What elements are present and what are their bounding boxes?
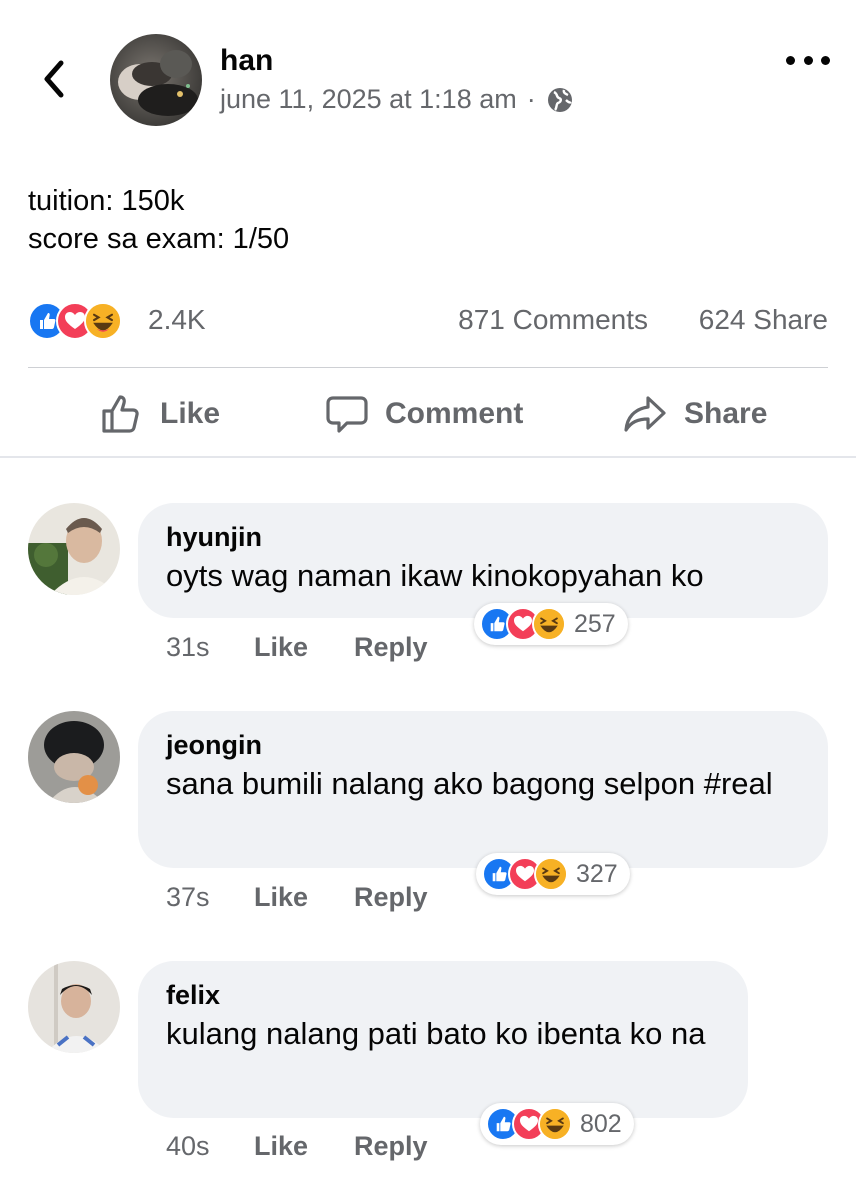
- comment-like-button[interactable]: Like: [254, 882, 354, 913]
- commenter-name[interactable]: jeongin: [166, 727, 800, 763]
- share-button[interactable]: Share: [622, 388, 767, 440]
- like-label: Like: [160, 397, 221, 430]
- commenter-name[interactable]: felix: [166, 977, 720, 1013]
- globe-icon: [547, 87, 572, 112]
- like-button[interactable]: Like: [100, 388, 220, 440]
- comment-reaction-count: 257: [574, 609, 616, 638]
- commenter-avatar[interactable]: [28, 961, 120, 1053]
- comment-like-button[interactable]: Like: [254, 632, 354, 663]
- comment-reaction-count: 327: [576, 859, 618, 888]
- post-line: tuition: 150k: [28, 185, 185, 217]
- comment-text: oyts wag naman ikaw kinokopyahan ko: [166, 558, 704, 593]
- author-avatar[interactable]: [110, 34, 202, 126]
- haha-reaction-icon: [84, 302, 122, 340]
- back-button[interactable]: [34, 56, 74, 102]
- thumbs-up-icon: [102, 395, 139, 433]
- commenter-name[interactable]: hyunjin: [166, 519, 800, 555]
- comment-bubble[interactable]: hyunjin oyts wag naman ikaw kinokopyahan…: [138, 503, 828, 618]
- comment-reply-button[interactable]: Reply: [354, 1131, 428, 1162]
- meta-separator: ·: [526, 84, 536, 114]
- comment-button[interactable]: Comment: [325, 388, 523, 440]
- comment-reactions[interactable]: 327: [476, 853, 630, 895]
- comment-meta: 31s Like Reply: [166, 632, 428, 663]
- share-label: Share: [684, 397, 768, 430]
- haha-reaction-icon: [538, 1107, 572, 1141]
- post-actions: Like Comment Share: [0, 380, 856, 448]
- post-timestamp[interactable]: june 11, 2025 at 1:18 am: [220, 84, 517, 115]
- comment-reactions[interactable]: 802: [480, 1103, 634, 1145]
- post-stats: 2.4K 871 Comments 624 Share: [28, 300, 828, 344]
- comment-meta: 37s Like Reply: [166, 882, 428, 913]
- share-arrow-icon: [624, 396, 666, 432]
- comment-bubble[interactable]: jeongin sana bumili nalang ako bagong se…: [138, 711, 828, 868]
- post-text: tuition: 150k score sa exam: 1/50: [28, 182, 289, 258]
- comment-reactions[interactable]: 257: [474, 603, 628, 645]
- comment-text: kulang nalang pati bato ko ibenta ko na: [166, 1016, 706, 1051]
- post-meta: june 11, 2025 at 1:18 am ·: [220, 84, 574, 115]
- comment-reaction-count: 802: [580, 1109, 622, 1138]
- more-dot-icon: [803, 55, 813, 65]
- post-header: han june 11, 2025 at 1:18 am ·: [0, 0, 856, 150]
- post-line: score sa exam: 1/50: [28, 223, 290, 255]
- comments-count[interactable]: 871 Comments: [458, 304, 648, 336]
- comment-label: Comment: [385, 397, 524, 430]
- back-arrow-icon: [44, 60, 64, 98]
- comment-meta: 40s Like Reply: [166, 1131, 428, 1162]
- more-options-button[interactable]: [786, 48, 830, 72]
- comment-bubble[interactable]: felix kulang nalang pati bato ko ibenta …: [138, 961, 748, 1118]
- divider: [28, 367, 828, 368]
- commenter-avatar[interactable]: [28, 711, 120, 803]
- speech-bubble-icon: [326, 396, 368, 433]
- comment-time[interactable]: 31s: [166, 632, 254, 663]
- haha-reaction-icon: [534, 857, 568, 891]
- more-dot-icon: [786, 55, 795, 65]
- commenter-avatar[interactable]: [28, 503, 120, 595]
- more-dot-icon: [821, 55, 830, 65]
- comment-reply-button[interactable]: Reply: [354, 632, 428, 663]
- reaction-count[interactable]: 2.4K: [148, 304, 206, 336]
- haha-reaction-icon: [532, 607, 566, 641]
- shares-count[interactable]: 624 Share: [699, 304, 828, 336]
- comment-time[interactable]: 40s: [166, 1131, 254, 1162]
- comment-reply-button[interactable]: Reply: [354, 882, 428, 913]
- comment-text: sana bumili nalang ako bagong selpon #re…: [166, 766, 773, 801]
- section-divider: [0, 456, 856, 458]
- comment-like-button[interactable]: Like: [254, 1131, 354, 1162]
- comment-time[interactable]: 37s: [166, 882, 254, 913]
- reaction-summary[interactable]: [28, 302, 122, 342]
- author-name[interactable]: han: [220, 44, 273, 78]
